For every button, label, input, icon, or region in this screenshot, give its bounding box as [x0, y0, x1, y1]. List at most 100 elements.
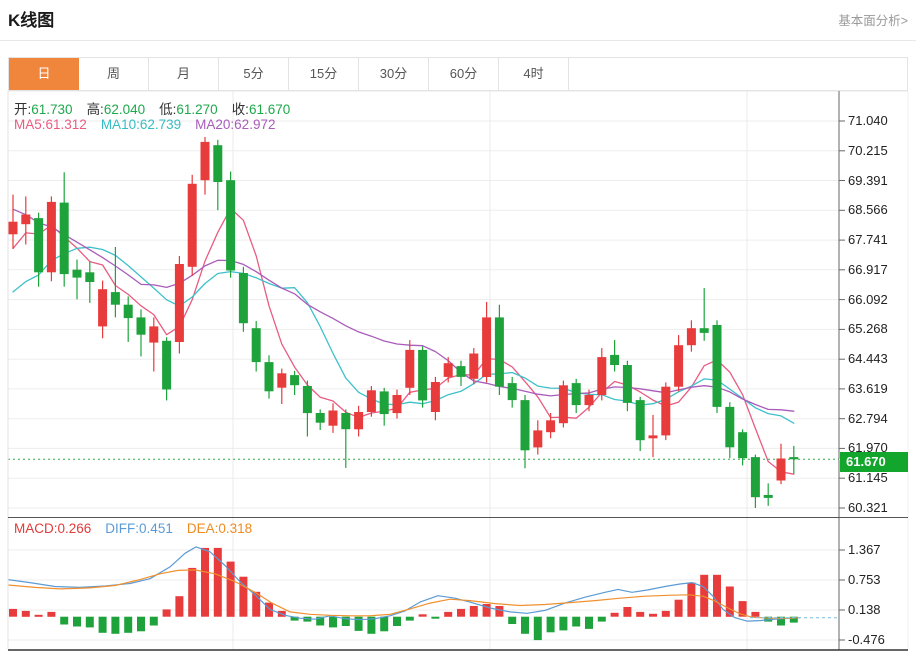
macd-bar	[649, 613, 657, 617]
candle-body	[85, 272, 95, 282]
candle-body	[226, 180, 236, 271]
candle-body	[21, 214, 31, 225]
price-tick-label-9: 63.619	[848, 381, 888, 396]
price-tick-label-5: 66.917	[848, 262, 888, 277]
candle-body	[443, 363, 453, 377]
macd-bar	[175, 596, 184, 617]
macd-bar	[546, 616, 555, 633]
macd-bar	[405, 616, 414, 621]
tab-period-3[interactable]: 5分	[219, 58, 289, 90]
macd-bar	[380, 616, 389, 632]
tab-period-5[interactable]: 30分	[359, 58, 429, 90]
candle-body	[174, 264, 184, 342]
macd-tick-label-2: 0.138	[848, 602, 881, 617]
macd-bar	[418, 614, 427, 617]
candle-body	[520, 400, 530, 451]
macd-bar	[495, 606, 504, 617]
price-tick-label-8: 64.443	[848, 351, 888, 366]
candle-body	[72, 269, 82, 278]
price-tick-label-2: 69.391	[848, 173, 888, 188]
macd-bar	[572, 616, 581, 627]
candle-body	[750, 457, 760, 498]
candle-body	[469, 353, 479, 379]
tab-period-1[interactable]: 周	[79, 58, 149, 90]
tab-period-4[interactable]: 15分	[289, 58, 359, 90]
macd-bar	[9, 608, 17, 617]
macd-readout: MACD:0.266 DIFF:0.451 DEA:0.318	[14, 521, 252, 536]
macd-bar	[533, 616, 542, 641]
candle-body	[482, 317, 492, 377]
candle-body	[136, 317, 146, 335]
price-tick-label-12: 61.145	[848, 470, 888, 485]
candle-body	[405, 349, 415, 388]
price-tick-label-3: 68.566	[848, 202, 888, 217]
ma10-line	[12, 246, 795, 424]
tab-period-0[interactable]: 日	[9, 58, 79, 90]
candle-body	[392, 395, 402, 414]
candle-body	[187, 183, 197, 267]
candle-body	[46, 201, 56, 273]
price-tick-label-0: 71.040	[848, 113, 888, 128]
candle-body	[213, 145, 223, 182]
macd-bar	[85, 616, 94, 628]
candle-body	[533, 430, 543, 448]
macd-bar	[162, 609, 171, 617]
price-tick-label-7: 65.268	[848, 321, 888, 336]
candle-body	[354, 412, 364, 430]
ohlc-row-item-3: 收:61.670	[231, 102, 291, 117]
macd-bar	[521, 616, 529, 634]
candle-body	[200, 141, 210, 181]
ma-row-item-0: MA5:61.312	[14, 117, 87, 132]
ohlc-row-item-0: 开:61.730	[14, 102, 73, 117]
macd-bar	[201, 547, 209, 617]
price-tick-label-6: 66.092	[848, 292, 888, 307]
tabbar-filler	[569, 58, 907, 90]
macd-row-item-2: DEA:0.318	[186, 521, 253, 536]
candle-body	[725, 406, 735, 448]
macd-bar	[60, 616, 69, 625]
candle-body	[635, 400, 645, 441]
macd-bar	[687, 582, 696, 617]
candle-body	[110, 292, 120, 305]
candle-body	[290, 375, 300, 386]
macd-bar	[661, 610, 670, 617]
macd-bar	[597, 616, 606, 622]
ohlc-readout: 开:61.730 高:62.040 低:61.270 收:61.670	[14, 98, 290, 118]
tab-period-6[interactable]: 60分	[429, 58, 499, 90]
ma-row-item-2: MA20:62.972	[195, 117, 276, 132]
candle-body	[674, 345, 684, 387]
macd-bar	[431, 616, 440, 619]
candle-body	[507, 383, 517, 401]
candle-body	[238, 273, 248, 324]
macd-bar	[21, 610, 30, 617]
candle-body	[712, 325, 722, 407]
candle-body	[763, 495, 773, 498]
candle-body	[59, 202, 69, 275]
price-tick-label-11: 61.970	[848, 440, 888, 455]
candle-body	[264, 362, 274, 392]
macd-bar	[636, 611, 645, 617]
tab-period-7[interactable]: 4时	[499, 58, 569, 90]
candle-body	[149, 326, 159, 343]
candle-body	[738, 432, 748, 459]
price-tick-label-10: 62.794	[848, 411, 888, 426]
ohlc-row-item-1: 高:62.040	[86, 102, 146, 117]
candle-body	[251, 328, 261, 363]
candle-body	[661, 386, 671, 436]
tab-period-2[interactable]: 月	[149, 58, 219, 90]
candle-body	[277, 373, 287, 388]
macd-bar	[73, 616, 81, 627]
candle-body	[558, 385, 568, 424]
macd-bar	[188, 567, 197, 617]
macd-tick-label-3: -0.476	[848, 632, 885, 647]
candle-body	[315, 413, 325, 423]
macd-bar	[393, 616, 401, 626]
macd-bar	[47, 611, 56, 617]
macd-bar	[457, 608, 465, 617]
macd-bar	[751, 611, 760, 617]
price-tick-label-13: 60.321	[848, 500, 888, 515]
candle-body	[418, 349, 428, 401]
macd-row-item-1: DIFF:0.451	[105, 521, 173, 536]
price-tick-label-1: 70.215	[848, 143, 888, 158]
ma5-line	[12, 207, 795, 475]
